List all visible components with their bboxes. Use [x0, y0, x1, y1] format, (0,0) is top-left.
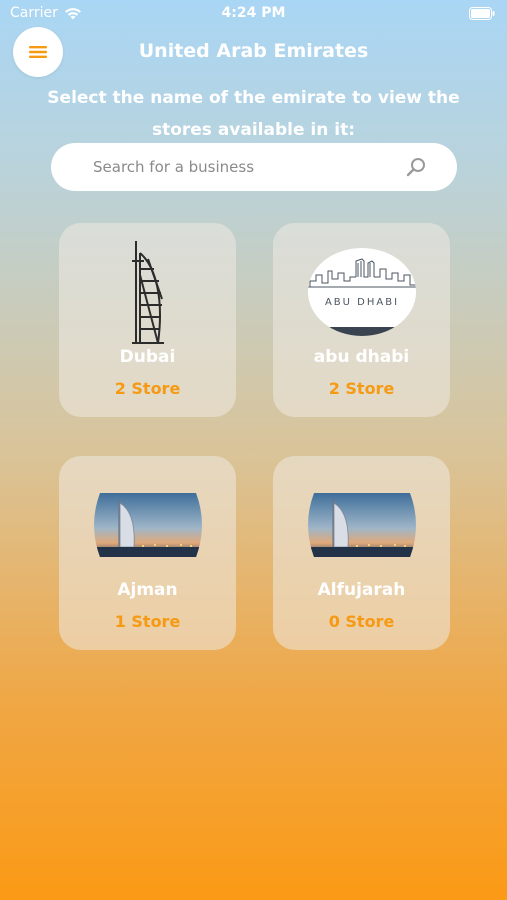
store-count: 0 Store: [328, 612, 395, 631]
emirate-card-abu-dhabi[interactable]: ABU DHABI abu dhabi 2 Store: [273, 223, 450, 417]
emirate-image: [273, 470, 450, 580]
burj-al-arab-icon: [131, 241, 164, 344]
emirate-name: abu dhabi: [313, 347, 410, 367]
emirate-image: [59, 237, 236, 347]
emirate-name: Dubai: [119, 347, 176, 367]
instruction-text: Select the name of the emirate to view t…: [47, 88, 460, 140]
burj-al-arab-sunset-photo: [93, 493, 202, 557]
abu-dhabi-skyline-logo: ABU DHABI: [307, 248, 416, 336]
emirate-card-ajman[interactable]: Ajman 1 Store: [59, 456, 236, 650]
store-count: 2 Store: [114, 379, 181, 398]
emirate-name: Ajman: [117, 580, 178, 600]
emirate-card-dubai[interactable]: Dubai 2 Store: [59, 223, 236, 417]
emirate-image: [59, 470, 236, 580]
search-bar[interactable]: [51, 143, 457, 191]
emirate-name: Alfujarah: [317, 580, 406, 600]
emirate-card-alfujarah[interactable]: Alfujarah 0 Store: [273, 456, 450, 650]
battery-icon: [469, 7, 495, 20]
search-icon[interactable]: [405, 156, 427, 178]
status-time: 4:24 PM: [221, 5, 286, 21]
page-title: United Arab Emirates: [138, 40, 369, 62]
logo-text: ABU DHABI: [324, 297, 398, 308]
store-count: 1 Store: [114, 612, 181, 631]
search-input[interactable]: [91, 157, 405, 177]
emirate-image: ABU DHABI: [273, 237, 450, 347]
burj-al-arab-sunset-photo: [307, 493, 416, 557]
status-bar: Carrier 4:24 PM: [0, 0, 507, 28]
store-count: 2 Store: [328, 379, 395, 398]
